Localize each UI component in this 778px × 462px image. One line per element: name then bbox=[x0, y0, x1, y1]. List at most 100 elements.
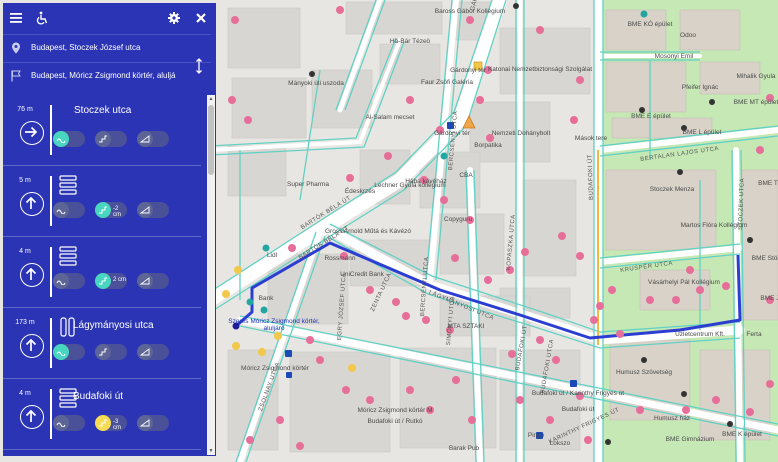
step-divider bbox=[50, 176, 52, 226]
destination-field[interactable]: Budapest, Móricz Zsigmond körtér, aluljá bbox=[3, 62, 211, 89]
surface-toggle[interactable] bbox=[53, 202, 85, 218]
map-place-label: Odoo bbox=[680, 32, 696, 39]
curb-toggle[interactable]: 2 cm bbox=[95, 273, 127, 289]
curb-toggle[interactable]: -3 cm bbox=[95, 415, 127, 431]
step-divider bbox=[50, 105, 52, 155]
directions-scrollbar[interactable]: ▲ ▼ bbox=[207, 95, 215, 455]
curb-toggle[interactable] bbox=[95, 344, 127, 360]
step-street-name: Budafoki út bbox=[73, 391, 124, 402]
up-arrow-icon bbox=[20, 192, 44, 216]
slope-toggle[interactable] bbox=[137, 273, 169, 289]
up-arrow-icon bbox=[20, 334, 44, 358]
directions-list[interactable]: 76 m Stoczek utca 5 m -2 cm 4 m 2 cm 173 m Lágy… bbox=[3, 95, 205, 455]
surface-toggle[interactable] bbox=[53, 131, 85, 147]
surface-toggle[interactable] bbox=[53, 415, 85, 431]
destination-text: Budapest, Móricz Zsigmond körtér, aluljá bbox=[31, 71, 176, 80]
direction-step[interactable]: 4 m Budafoki út -3 cm bbox=[3, 379, 201, 450]
map-place-label: Barak Pub bbox=[448, 445, 480, 452]
crosswalk-icon bbox=[59, 246, 77, 266]
map-place-label: Al-Salam mecset bbox=[365, 114, 415, 121]
origin-field[interactable]: Budapest, Stoczek József utca bbox=[3, 34, 211, 61]
close-icon[interactable] bbox=[194, 11, 208, 25]
curb-toggle[interactable]: -2 cm bbox=[95, 202, 127, 218]
map-place-label: Móricz Zsigmond körtér M bbox=[357, 407, 433, 414]
map-place-label: Budafoki út bbox=[561, 406, 595, 413]
map-place-label: Mányoki úti uszoda bbox=[288, 80, 344, 87]
map-place-label: BME K épület bbox=[722, 431, 762, 438]
curb-height: -2 cm bbox=[113, 206, 121, 218]
curb-height: 2 cm bbox=[113, 277, 127, 283]
up-arrow-icon bbox=[20, 405, 44, 429]
map-place-label: Nemzeti Dohánybolt bbox=[491, 130, 551, 137]
direction-step[interactable]: 4 m 2 cm bbox=[3, 237, 201, 308]
map-place-label: BME Stöhtl bbox=[751, 255, 778, 262]
map-place-label: Mihalik Gyula bbox=[736, 73, 776, 80]
slope-toggle[interactable] bbox=[137, 131, 169, 147]
crosswalk-icon bbox=[59, 175, 77, 195]
curb-height: -3 cm bbox=[113, 419, 121, 431]
map-place-label: Pinyo bbox=[527, 432, 545, 439]
step-distance: 4 m bbox=[19, 390, 31, 397]
direction-step[interactable]: 76 m Stoczek utca bbox=[3, 95, 201, 166]
map-place-label: BME KÓ épület bbox=[627, 21, 673, 28]
map-place-label: Copyguru bbox=[443, 216, 473, 223]
step-divider bbox=[50, 389, 52, 439]
map-place-label: Budafoki út / Rutkó bbox=[367, 418, 423, 425]
hamburger-icon[interactable] bbox=[9, 11, 23, 25]
map-place-label: Gárdonyi tér bbox=[450, 67, 486, 74]
map-place-label: BME L épület bbox=[682, 129, 722, 136]
slope-toggle[interactable] bbox=[137, 344, 169, 360]
step-street-name: Lágymányosi utca bbox=[73, 320, 154, 331]
step-divider bbox=[50, 318, 52, 368]
step-distance: 4 m bbox=[19, 248, 31, 255]
surface-toggle[interactable] bbox=[53, 273, 85, 289]
surface-toggle[interactable] bbox=[53, 344, 85, 360]
destination-label: Szeres Móricz Zsigmond körtér, aluljáró bbox=[228, 318, 320, 332]
map-place-label: BME E épület bbox=[631, 113, 671, 120]
map-place-label: Mások tere bbox=[574, 135, 608, 142]
step-distance: 173 m bbox=[15, 319, 35, 326]
location-pin-icon bbox=[12, 42, 20, 54]
step-divider bbox=[50, 247, 52, 297]
direction-step[interactable]: 5 m -2 cm bbox=[3, 166, 201, 237]
map-place-label: CBA bbox=[459, 172, 473, 179]
map-place-label: Lechner Gyula kollégium bbox=[374, 182, 446, 189]
map-place-label: Mosonyi Emil bbox=[654, 53, 694, 60]
step-street-name: Stoczek utca bbox=[74, 105, 132, 116]
swap-icon[interactable] bbox=[195, 58, 203, 74]
map-place-label: Lidl bbox=[266, 252, 278, 259]
scroll-up-icon[interactable]: ▲ bbox=[208, 96, 214, 102]
map-place-label: Super Pharma bbox=[287, 181, 329, 188]
map-place-label: BME Gimnázium bbox=[665, 436, 715, 443]
map-place-label: BME J bbox=[760, 295, 778, 302]
map-place-label: Bank bbox=[258, 295, 274, 302]
map-place-label: Humusz ház bbox=[653, 415, 691, 422]
slope-toggle[interactable] bbox=[137, 415, 169, 431]
map-place-label: Rossmann bbox=[324, 255, 356, 262]
map-place-label: Humusz Szövetség bbox=[616, 369, 672, 376]
slope-toggle[interactable] bbox=[137, 202, 169, 218]
gear-icon[interactable] bbox=[167, 11, 181, 25]
map-place-label: Faur Zsófi Galéria bbox=[420, 79, 474, 86]
map-place-label: Vásárhelyi Pál Kollégium bbox=[648, 279, 720, 286]
map-place-label: BME T bbox=[758, 180, 778, 187]
map-place-label: Ferta bbox=[746, 331, 762, 338]
direction-step[interactable]: 173 m Lágymányosi utca bbox=[3, 308, 201, 379]
map-place-label: BME MT épület bbox=[733, 99, 778, 106]
origin-text: Budapest, Stoczek József utca bbox=[31, 43, 141, 52]
curb-toggle[interactable] bbox=[95, 131, 127, 147]
flag-icon bbox=[11, 70, 21, 82]
panel-toolbar bbox=[3, 3, 216, 33]
scrollbar-thumb[interactable] bbox=[208, 105, 214, 175]
step-distance: 5 m bbox=[19, 177, 31, 184]
map-place-label: Pfeifer Ignác bbox=[681, 84, 719, 91]
up-arrow-icon bbox=[20, 263, 44, 287]
map-place-label: Katonai Nemzetbiztonsági Szolgálat bbox=[487, 66, 593, 73]
map-place-label: Borpatika bbox=[474, 142, 502, 149]
right-arrow-icon bbox=[20, 121, 44, 145]
wheelchair-icon[interactable] bbox=[35, 11, 49, 25]
map-place-label: Há-Bár Tézeö bbox=[389, 38, 431, 45]
scroll-down-icon[interactable]: ▼ bbox=[208, 448, 214, 454]
map-place-label: Stoczek Menza bbox=[649, 186, 695, 193]
map-place-label: Üzletcentrum Kft. bbox=[675, 331, 725, 338]
